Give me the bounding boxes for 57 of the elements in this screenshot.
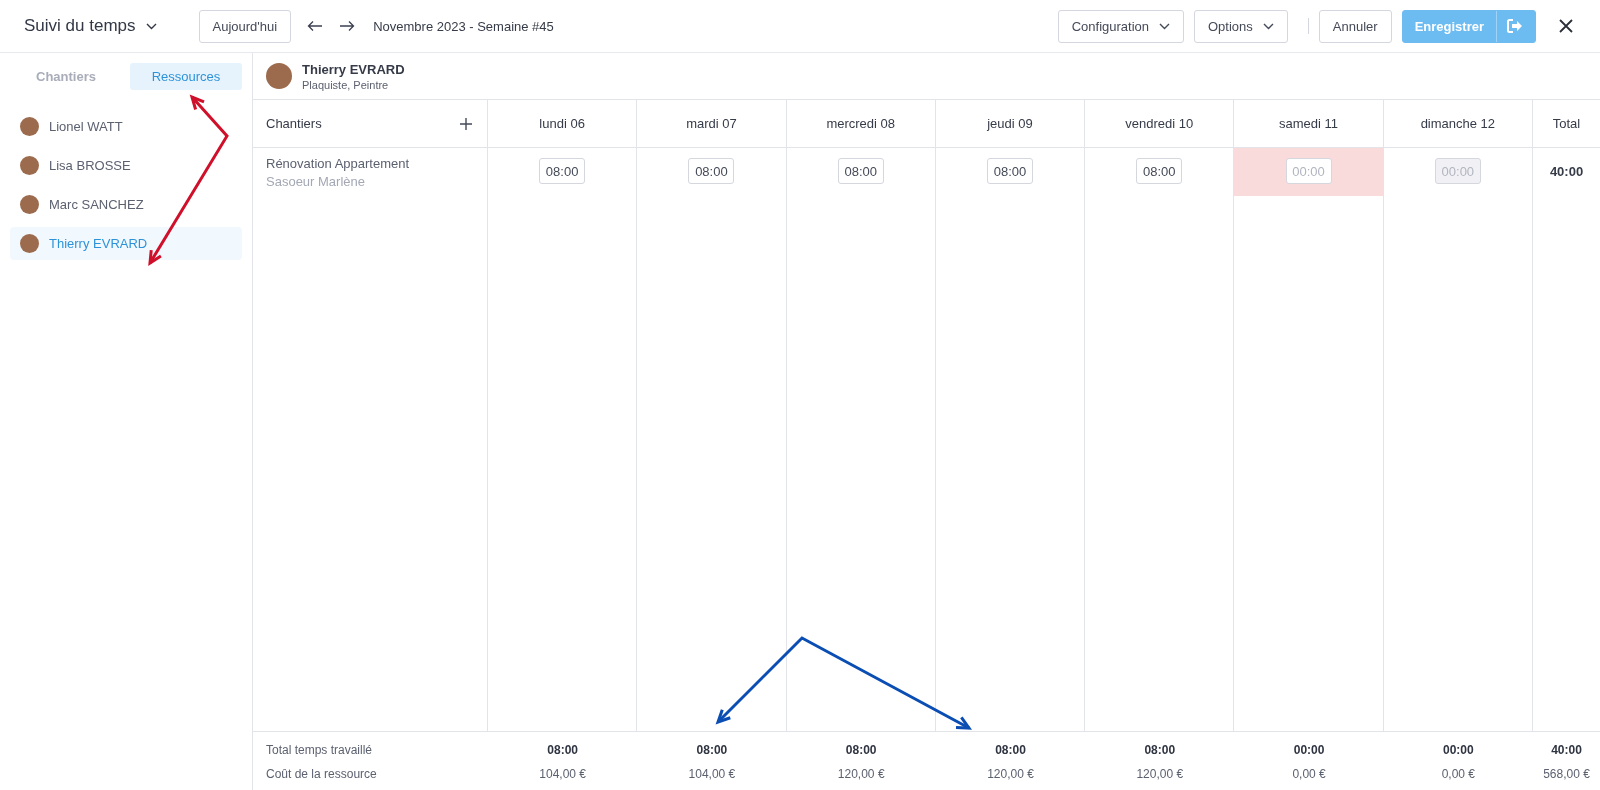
footer-value: 0,00 € (1292, 767, 1326, 781)
plus-icon[interactable] (458, 115, 474, 132)
column-header: Total (1552, 116, 1581, 131)
footer-label: Total temps travaillé (265, 743, 374, 757)
time-input[interactable]: 00:00 (1285, 158, 1332, 184)
avatar (20, 195, 39, 214)
avatar (20, 234, 39, 253)
person-roles: Plaquiste, Peintre (302, 78, 390, 91)
chevron-down-icon (1262, 22, 1274, 30)
footer-value: 104,00 € (688, 767, 736, 781)
footer-value: 120,00 € (837, 767, 885, 781)
resource-item[interactable]: Lisa BROSSE (10, 149, 242, 182)
column-header: jeudi 09 (987, 116, 1033, 131)
time-input[interactable]: 08:00 (539, 158, 586, 184)
footer-value: 104,00 € (539, 767, 586, 781)
column-header: dimanche 12 (1420, 116, 1496, 131)
resource-item[interactable]: Lionel WATT (10, 110, 242, 143)
chevron-down-icon (145, 22, 157, 30)
column-header: mercredi 08 (826, 116, 895, 131)
page-title[interactable]: Suivi du temps (24, 16, 157, 36)
exit-icon (1507, 19, 1523, 33)
footer-value: 120,00 € (1136, 767, 1184, 781)
footer-value: 08:00 (547, 743, 578, 757)
column-header: vendredi 10 (1125, 116, 1194, 131)
time-input[interactable]: 08:00 (1136, 158, 1183, 184)
column-header: Chantiers (266, 116, 322, 131)
job-title: Rénovation Appartement (266, 156, 411, 171)
column-header: lundi 06 (539, 116, 585, 131)
person-name: Thierry EVRARD (302, 61, 405, 77)
week-period: Novembre 2023 - Semaine #45 (373, 18, 554, 34)
footer-value: 0,00 € (1441, 767, 1476, 781)
dropdown-button[interactable]: Configuration (1057, 9, 1184, 43)
footer-label: Coût de la ressource (265, 767, 378, 781)
time-input[interactable]: 08:00 (688, 158, 735, 184)
dropdown-button[interactable]: Options (1194, 9, 1288, 43)
footer-value: 08:00 (1144, 743, 1176, 757)
column-header: samedi 11 (1279, 116, 1339, 131)
column-header: mardi 07 (686, 116, 737, 131)
row-total: 40:00 (1549, 164, 1584, 179)
footer-total: 40:00 (1551, 743, 1582, 757)
chevron-down-icon (1159, 22, 1170, 30)
avatar (20, 117, 39, 136)
time-input[interactable]: 08:00 (987, 158, 1033, 184)
footer-value: 00:00 (1293, 743, 1325, 757)
avatar (20, 156, 39, 175)
footer-value: 08:00 (696, 743, 728, 757)
footer-value: 120,00 € (987, 767, 1034, 781)
cancel-button[interactable]: Annuler (1318, 9, 1392, 43)
resource-item[interactable]: Marc SANCHEZ (10, 188, 242, 221)
job-client: Sasoeur Marlène (266, 174, 366, 189)
avatar (266, 63, 292, 89)
today-button[interactable]: Aujourd'hui (198, 9, 292, 43)
footer-total: 568,00 € (1543, 767, 1590, 781)
footer-value: 08:00 (845, 743, 877, 757)
time-input[interactable]: 08:00 (837, 158, 884, 184)
footer-value: 08:00 (995, 743, 1026, 757)
footer-value: 00:00 (1443, 743, 1474, 757)
